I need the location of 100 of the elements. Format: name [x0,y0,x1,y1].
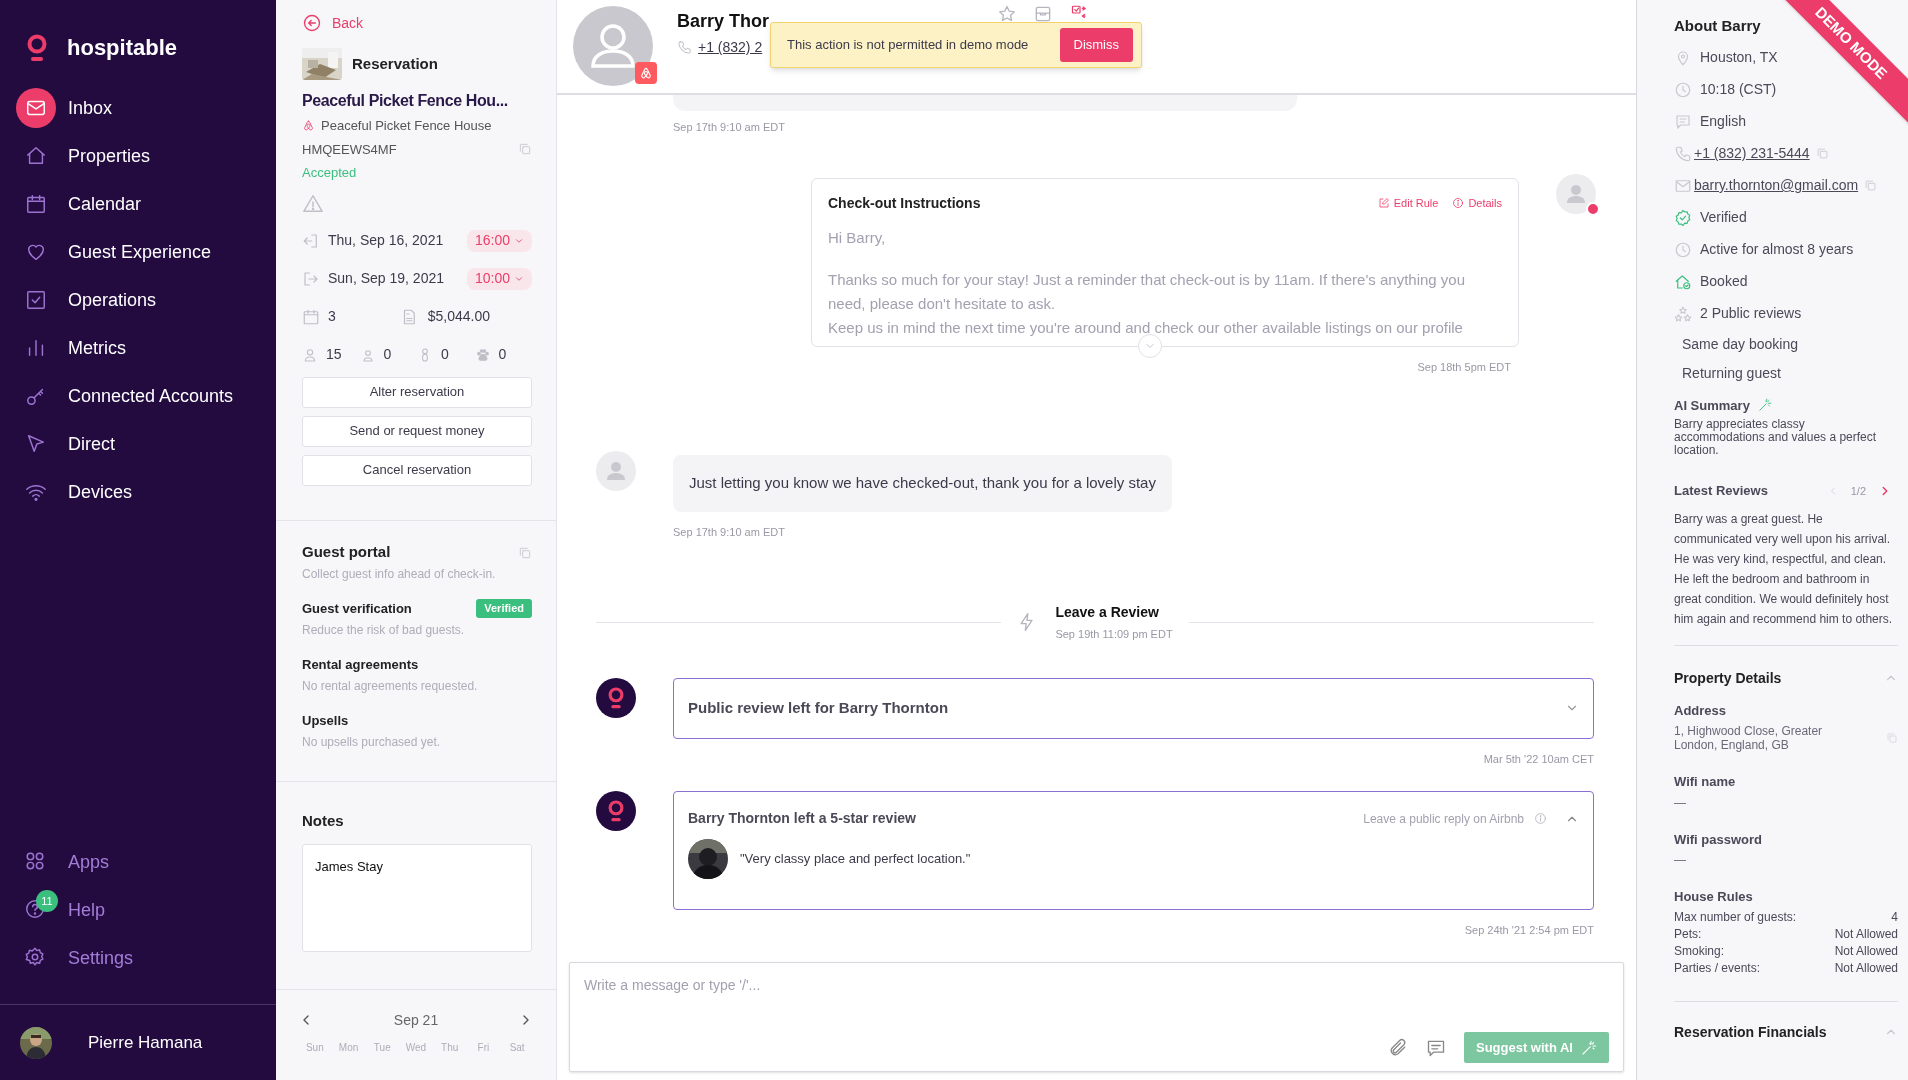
notes-field[interactable]: James Stay [302,844,532,952]
event-title: Leave a Review [1055,602,1160,622]
calendar-month: Sep 21 [393,1010,439,1030]
grid-icon [24,850,46,872]
nav-item[interactable]: Metrics [0,324,276,372]
nav-item[interactable]: Direct [0,420,276,468]
back-link[interactable]: Back [302,12,532,34]
cursor-arrow-icon [25,433,47,455]
reviews-title: Latest Reviews [1674,482,1768,500]
house-check-icon [1674,272,1692,291]
weekday-label: Wed [404,1041,428,1055]
nav-item[interactable]: Apps [0,838,276,886]
message-timestamp: Sep 18th 5pm EDT [1417,359,1511,375]
expand-button[interactable] [1138,333,1162,358]
review-title: Barry Thornton left a 5-star review [688,809,916,828]
status-label: Accepted [302,164,358,182]
message-timestamp: Sep 19th 11:09 pm EDT [1055,626,1173,642]
paw-icon [474,346,491,363]
message-timestamp: Mar 5th '22 10am CET [1483,751,1594,767]
guest-detail: Same day booking [1682,334,1798,354]
confirmation-code: HMQEEWS4MF [302,140,397,159]
copy-icon [518,142,532,157]
section-title: Upsells [302,711,349,730]
email-link[interactable]: barry.thornton@gmail.com [1694,175,1859,196]
rule-value: 4 [1891,909,1898,926]
section-heading: Reservation [352,53,438,74]
ai-summary: Barry appreciates classy accommodations and values a perfect location. [1674,418,1878,457]
guest-detail: 10:18 (CST) [1700,80,1777,99]
section-title: Property Details [1674,668,1782,688]
guest-detail: Active for almost 8 years [1700,240,1854,259]
nav-item[interactable]: Connected Accounts [0,372,276,420]
nav-item[interactable]: 11 Help [0,886,276,934]
rule-label: Pets: [1674,926,1702,943]
field-label: House Rules [1674,888,1754,906]
summary-title: AI Summary [1674,396,1750,415]
nav-item[interactable]: Devices [0,468,276,516]
review-card[interactable]: Public review left for Barry Thornton [673,678,1594,739]
guest-detail: 2 Public reviews [1700,304,1802,323]
edit-rule-link[interactable]: Edit Rule [1377,194,1439,212]
field-label: Address [1674,701,1728,720]
avatar-icon [596,451,636,491]
weekday-label: Mon [337,1041,360,1055]
weekday-label: Sat [508,1041,526,1055]
guest-count: 15 [326,345,342,364]
rule-value: Not Allowed [1834,943,1898,960]
rule-value: Not Allowed [1834,926,1898,943]
section-description: Collect guest info ahead of check-in. [302,565,497,583]
total-price: $5,044.00 [427,307,491,326]
listing-name: Peaceful Picket Fence House [321,117,492,135]
nav-item[interactable]: Properties [0,132,276,180]
message-timestamp: Sep 17th 9:10 am EDT [673,120,786,135]
message-input[interactable]: Write a message or type '/'... [584,975,1609,996]
section-description: No upsells purchased yet. [302,733,442,751]
details-link[interactable]: Details [1452,194,1502,212]
door-arrow-icon [302,269,320,288]
guest-detail: Houston, TX [1700,48,1778,67]
avatar-icon [1556,173,1596,214]
guest-detail: English [1700,112,1746,131]
weekday-label: Sun [304,1041,325,1055]
rule-label: Smoking: [1674,943,1725,960]
phone-link[interactable]: +1 (832) 231-5444 [1694,143,1810,164]
brand-name: hospitable [67,34,177,62]
inbox-tray-icon [1033,4,1053,24]
nav-item[interactable]: Inbox [0,84,276,132]
nav-item[interactable]: Calendar [0,180,276,228]
rule-label: Parties / events: [1674,960,1761,977]
user-name[interactable]: Pierre Hamana [88,1029,203,1056]
copy-icon [1864,179,1878,192]
weekday-label: Thu [440,1041,460,1055]
avatar-icon [573,6,653,86]
phone-link[interactable]: +1 (832) 2 [698,37,763,58]
field-value: — [1674,795,1687,810]
nav-item[interactable]: Operations [0,276,276,324]
guest-count: 0 [498,345,507,364]
review-card[interactable]: Barry Thornton left a 5-star review Leave a public reply on Airbnb "Very classy place and perfect location." [673,791,1594,910]
action-button[interactable]: Send or request money [302,415,532,447]
action-button[interactable]: Cancel reservation [302,454,532,486]
nights-count: 3 [328,307,336,326]
field-label: Wifi name [1674,773,1737,791]
paperclip-icon [1387,1037,1408,1058]
section-title: Guest verification [302,599,412,618]
clock-icon [1674,80,1692,99]
copy-icon [518,545,532,560]
nav-item[interactable]: Guest Experience [0,228,276,276]
clock-icon [1674,240,1692,259]
magic-wand-icon [1581,1039,1597,1056]
airbnb-icon [639,66,653,80]
action-button[interactable]: Alter reservation [302,376,532,408]
message-timestamp: Sep 17th 9:10 am EDT [673,524,786,540]
airbnb-icon [302,119,315,133]
badge-check-icon [1674,208,1692,227]
phone-icon [677,40,692,55]
settings-icon [24,946,46,968]
guest-name: Barry Thor [677,10,770,33]
section-description: No rental agreements requested. [302,677,479,695]
nav-item[interactable]: Settings [0,934,276,982]
notification-badge: 11 [36,890,58,912]
about-title: About Barry [1674,16,1761,36]
dismiss-button[interactable]: Dismiss [1059,28,1133,62]
message-bubble: Just letting you know we have checked-out, thank you for a lovely stay [673,455,1172,512]
